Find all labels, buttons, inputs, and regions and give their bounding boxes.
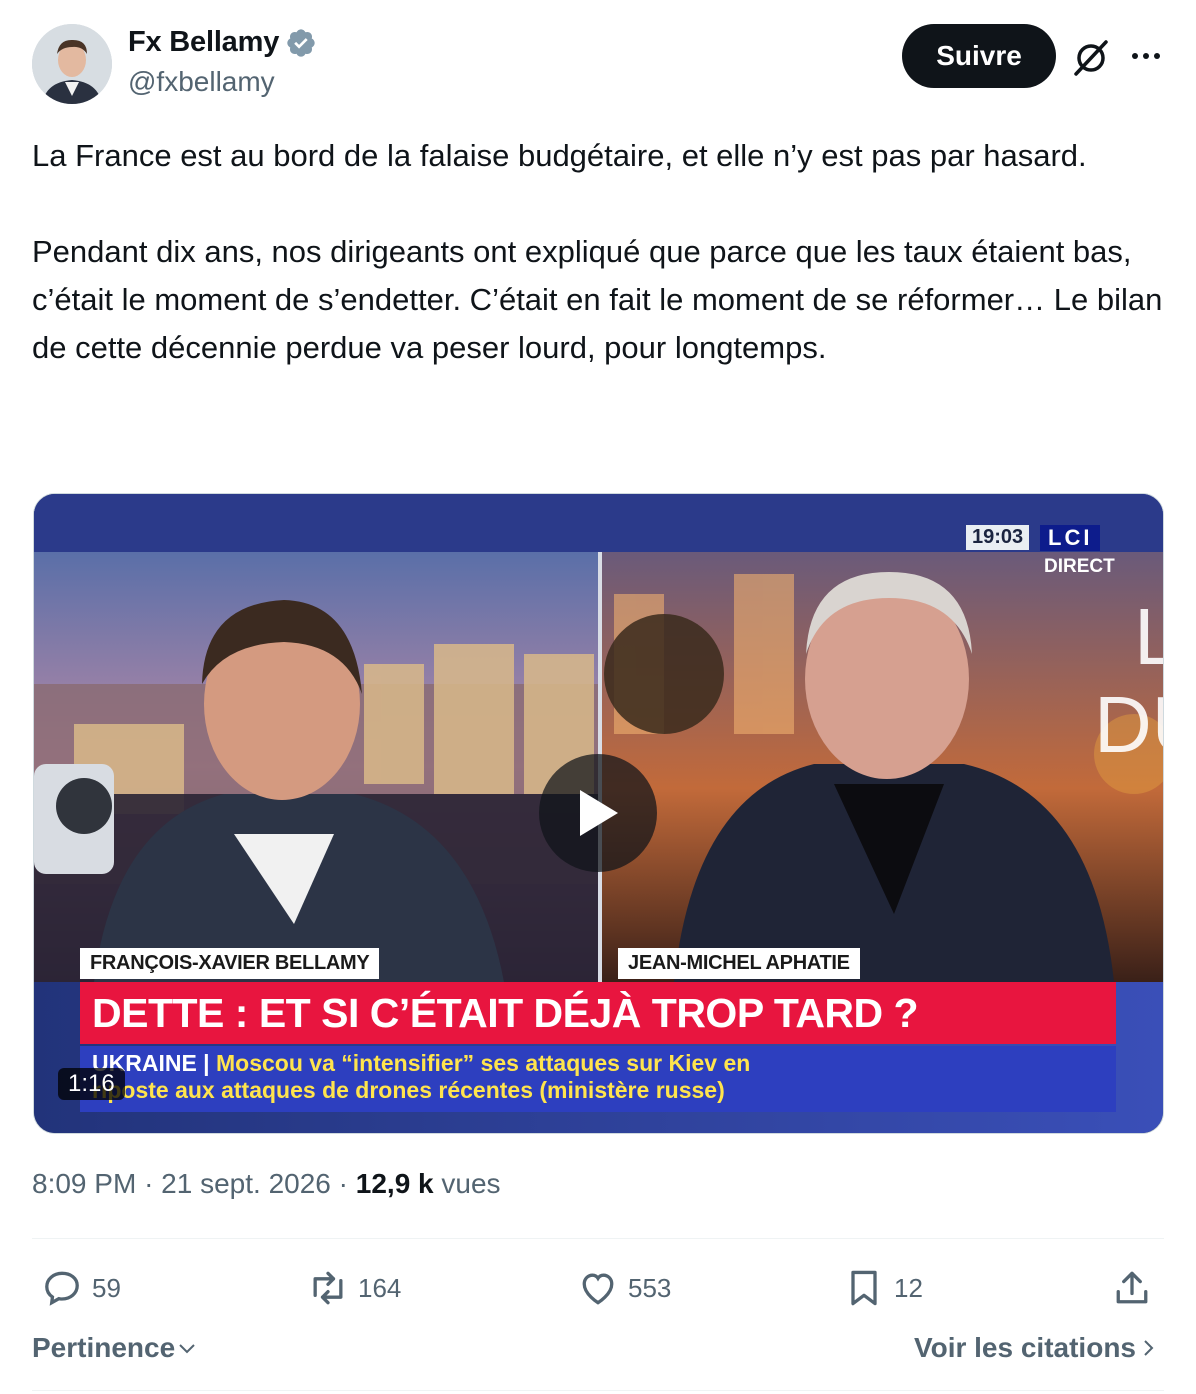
share-icon: [1116, 1271, 1148, 1304]
repost-button[interactable]: 164: [306, 1266, 401, 1310]
meta-separator: ·: [144, 1168, 154, 1199]
views-count: 12,9 k: [355, 1168, 434, 1199]
author-name[interactable]: Fx Bellamy: [128, 26, 279, 59]
video-headline: DETTE : ET SI C’ÉTAIT DÉJÀ TROP TARD ?: [80, 982, 1116, 1044]
divider-top: [32, 1238, 1164, 1239]
sort-label: Pertinence: [32, 1332, 176, 1363]
bookmark-count: 12: [894, 1272, 923, 1303]
chevron-down-icon: [179, 1344, 195, 1354]
sort-dropdown[interactable]: Pertinence: [32, 1332, 199, 1364]
heart-icon: [582, 1273, 614, 1305]
video-player[interactable]: L DU 19:03 LCI DIRECT FRANÇOIS-XAVIER BE…: [33, 493, 1164, 1134]
grok-icon[interactable]: [1070, 36, 1112, 78]
reply-count: 59: [92, 1272, 121, 1303]
chevron-right-icon: [1144, 1340, 1154, 1356]
author-avatar[interactable]: [32, 24, 112, 104]
bookmark-icon: [851, 1270, 877, 1306]
news-ticker: UKRAINE | Moscou va “intensifier” ses at…: [80, 1046, 1116, 1112]
verified-badge-icon: [287, 28, 315, 57]
tweet-text: La France est au bord de la falaise budg…: [32, 138, 1163, 365]
follow-button[interactable]: Suivre: [902, 24, 1056, 88]
view-quotes-link[interactable]: Voir les citations: [914, 1332, 1160, 1364]
tweet-date[interactable]: 21 sept. 2026: [161, 1168, 331, 1199]
repost-icon: [313, 1271, 343, 1305]
reply-button[interactable]: 59: [40, 1266, 121, 1310]
ticker-line-2: riposte aux attaques de drones récentes …: [92, 1077, 725, 1103]
nameplate-left: FRANÇOIS-XAVIER BELLAMY: [80, 948, 380, 979]
like-count: 553: [628, 1272, 672, 1303]
quotes-label: Voir les citations: [914, 1332, 1136, 1363]
more-icon[interactable]: [1126, 36, 1166, 76]
broadcast-clock: 19:03: [966, 525, 1030, 550]
ticker-line-1: Moscou va “intensifier” ses attaques sur…: [216, 1050, 751, 1076]
like-button[interactable]: 553: [576, 1266, 671, 1310]
bg-letters-du: DU: [1094, 680, 1163, 769]
video-duration: 1:16: [58, 1068, 125, 1100]
author-handle[interactable]: @fxbellamy: [128, 66, 275, 98]
reply-icon: [45, 1271, 79, 1306]
bookmark-button[interactable]: 12: [842, 1266, 923, 1310]
play-icon: [580, 790, 618, 836]
repost-count: 164: [358, 1272, 402, 1303]
channel-logo: LCI: [1040, 525, 1101, 551]
tweet-time[interactable]: 8:09 PM: [32, 1168, 136, 1199]
bg-letter-l: L: [1134, 592, 1163, 681]
share-button[interactable]: [1110, 1266, 1162, 1310]
meta-separator-2: ·: [338, 1168, 348, 1199]
views-label: vues: [441, 1168, 501, 1199]
nameplate-right: JEAN-MICHEL APHATIE: [618, 948, 860, 979]
tweet-meta: 8:09 PM · 21 sept. 2026 · 12,9 k vues: [32, 1168, 501, 1200]
divider-bottom: [32, 1390, 1164, 1391]
live-label: DIRECT: [1044, 556, 1115, 577]
play-button[interactable]: [539, 754, 657, 872]
